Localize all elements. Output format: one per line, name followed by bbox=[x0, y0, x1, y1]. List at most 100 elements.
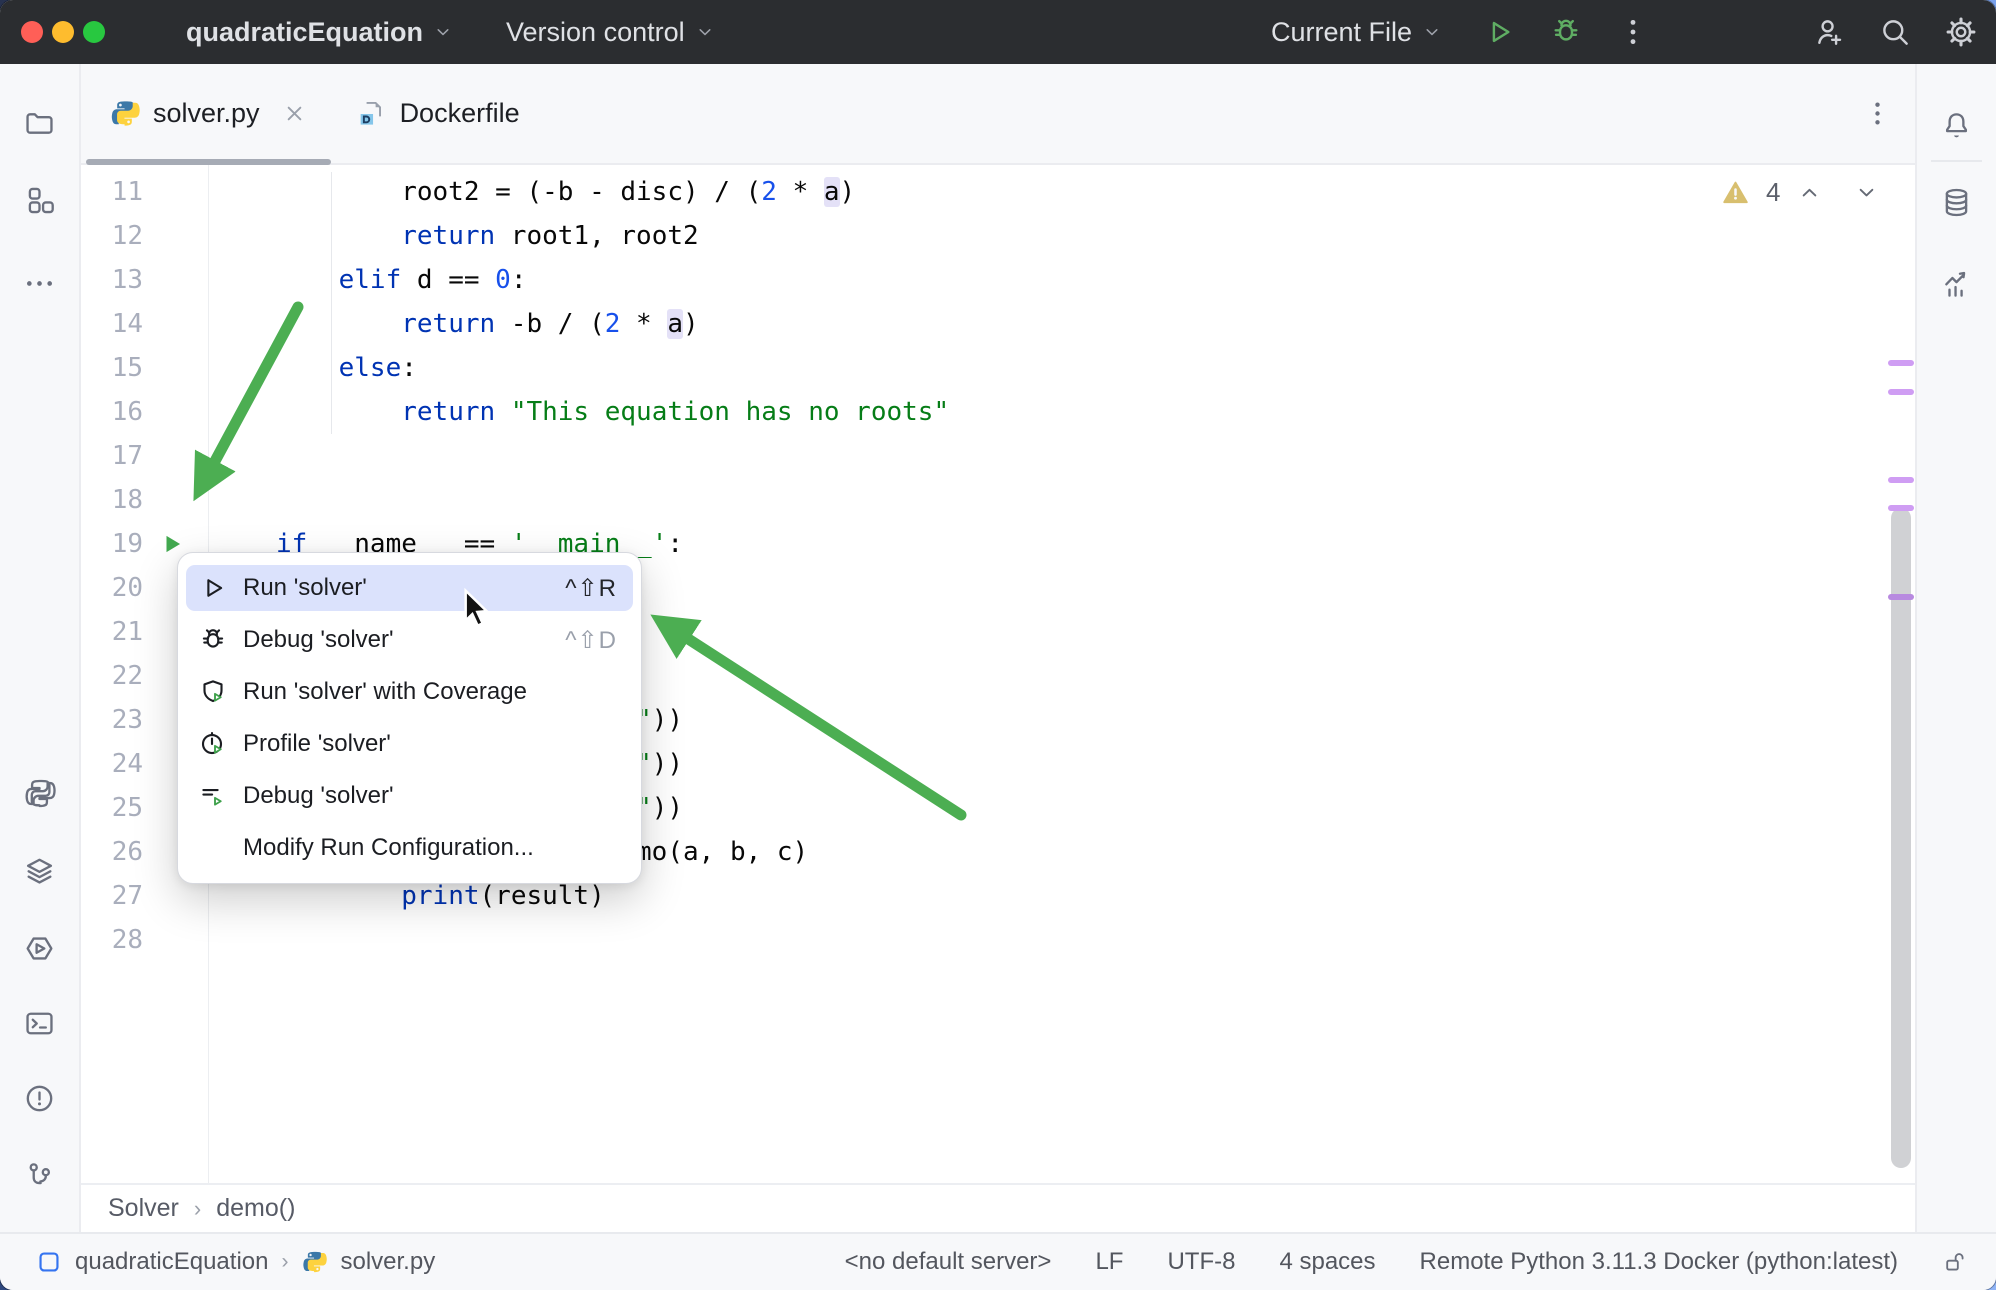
line-number[interactable]: 27 bbox=[81, 874, 143, 918]
menu-item[interactable]: Profile 'solver' bbox=[186, 721, 633, 767]
vcs-widget[interactable]: Version control bbox=[506, 17, 716, 48]
line-number[interactable]: 23 bbox=[81, 698, 143, 742]
folder-icon[interactable] bbox=[23, 107, 56, 140]
play-icon[interactable] bbox=[1482, 15, 1516, 49]
code-line: 12 return root1, root2 bbox=[81, 214, 1875, 258]
debug-menu-icon bbox=[198, 625, 228, 655]
line-number[interactable]: 12 bbox=[81, 214, 143, 258]
status-indent[interactable]: 4 spaces bbox=[1279, 1248, 1375, 1276]
line-number[interactable]: 15 bbox=[81, 346, 143, 390]
warnings-widget[interactable]: 4 bbox=[1721, 174, 1880, 210]
menu-item-label: Run 'solver' with Coverage bbox=[243, 678, 527, 705]
kebab-icon[interactable] bbox=[1616, 15, 1650, 49]
line-number[interactable]: 17 bbox=[81, 434, 143, 478]
traffic-lights bbox=[21, 21, 105, 43]
menu-item[interactable]: Run 'solver' with Coverage bbox=[186, 669, 633, 715]
vcs-label: Version control bbox=[506, 16, 685, 47]
search-icon[interactable] bbox=[1878, 15, 1912, 49]
line-number[interactable]: 24 bbox=[81, 742, 143, 786]
code-text[interactable]: return root1, root2 bbox=[276, 214, 698, 258]
code-line: 13 elif d == 0: bbox=[81, 258, 1875, 302]
tab-Dockerfile[interactable]: Dockerfile bbox=[332, 64, 544, 163]
code-line: 28 bbox=[81, 918, 1875, 962]
status-file-name[interactable]: solver.py bbox=[340, 1248, 435, 1276]
python-icon[interactable] bbox=[23, 777, 56, 810]
scrollbar-thumb[interactable] bbox=[1891, 508, 1911, 1168]
menu-item[interactable]: Debug 'solver' bbox=[186, 773, 633, 819]
problems-icon[interactable] bbox=[23, 1082, 56, 1115]
line-number[interactable]: 22 bbox=[81, 654, 143, 698]
bell-icon[interactable] bbox=[1940, 109, 1973, 142]
run-icon bbox=[198, 573, 228, 603]
vcs-change-marker bbox=[1888, 389, 1914, 395]
run-configuration-selector[interactable]: Current File bbox=[1271, 17, 1443, 48]
status-project-name[interactable]: quadraticEquation bbox=[75, 1248, 268, 1276]
breadcrumb-item-class[interactable]: Solver bbox=[108, 1194, 179, 1223]
line-number[interactable]: 13 bbox=[81, 258, 143, 302]
layers-icon[interactable] bbox=[23, 854, 56, 887]
line-number[interactable]: 21 bbox=[81, 610, 143, 654]
status-default-server[interactable]: <no default server> bbox=[845, 1248, 1052, 1276]
line-number[interactable]: 11 bbox=[81, 170, 143, 214]
code-text[interactable]: else: bbox=[276, 346, 417, 390]
code-line: 16 return "This equation has no roots" bbox=[81, 390, 1875, 434]
status-encoding[interactable]: UTF-8 bbox=[1167, 1248, 1235, 1276]
previous-problem-chevron-up-icon[interactable] bbox=[1796, 179, 1823, 206]
status-line-separator[interactable]: LF bbox=[1095, 1248, 1123, 1276]
warning-count: 4 bbox=[1766, 176, 1781, 207]
database-icon[interactable] bbox=[1940, 186, 1973, 219]
code-text[interactable]: return "This equation has no roots" bbox=[276, 390, 949, 434]
close-window-button[interactable] bbox=[21, 21, 43, 43]
minimize-window-button[interactable] bbox=[52, 21, 74, 43]
debug-icon[interactable] bbox=[1549, 15, 1583, 49]
lock-open-icon[interactable] bbox=[1942, 1249, 1968, 1275]
next-problem-chevron-down-icon[interactable] bbox=[1853, 179, 1880, 206]
run-gutter-icon[interactable] bbox=[160, 531, 186, 557]
services-icon[interactable] bbox=[23, 932, 56, 965]
terminal-icon[interactable] bbox=[23, 1007, 56, 1040]
line-number[interactable]: 25 bbox=[81, 786, 143, 830]
line-number[interactable]: 26 bbox=[81, 830, 143, 874]
menu-item[interactable]: Run 'solver' ^⇧R bbox=[186, 565, 633, 611]
line-number[interactable]: 19 bbox=[81, 522, 143, 566]
python-file-icon bbox=[301, 1249, 328, 1275]
line-number[interactable]: 16 bbox=[81, 390, 143, 434]
line-number[interactable]: 20 bbox=[81, 566, 143, 610]
more-icon[interactable] bbox=[23, 267, 56, 300]
menu-item[interactable]: Modify Run Configuration... bbox=[186, 825, 633, 871]
menu-item-shortcut: ^⇧R bbox=[565, 574, 617, 602]
breadcrumb-separator: › bbox=[193, 1195, 202, 1221]
status-interpreter[interactable]: Remote Python 3.11.3 Docker (python:late… bbox=[1420, 1248, 1898, 1276]
tab-solver.py[interactable]: solver.py bbox=[85, 64, 332, 165]
project-name: quadraticEquation bbox=[186, 16, 424, 47]
breadcrumb: Solver › demo() bbox=[81, 1183, 1915, 1232]
code-line: 15 else: bbox=[81, 346, 1875, 390]
zoom-window-button[interactable] bbox=[83, 21, 105, 43]
line-number[interactable]: 18 bbox=[81, 478, 143, 522]
ide-window: quadraticEquation Version control Curren… bbox=[0, 0, 1996, 1290]
project-widget[interactable]: quadraticEquation bbox=[186, 17, 454, 48]
code-text[interactable]: root2 = (-b - disc) / (2 * a) bbox=[276, 170, 855, 214]
menu-item-label: Run 'solver' bbox=[243, 574, 367, 601]
vcs-change-marker bbox=[1888, 594, 1914, 600]
code-text[interactable]: return -b / (2 * a) bbox=[276, 302, 699, 346]
left-tool-bar bbox=[0, 64, 81, 1232]
code-line: 18 bbox=[81, 478, 1875, 522]
add-user-icon[interactable] bbox=[1812, 15, 1846, 49]
tab-options-kebab-icon[interactable] bbox=[1862, 98, 1893, 129]
menu-item-label: Debug 'solver' bbox=[243, 626, 394, 653]
dockerfile-icon bbox=[356, 98, 387, 129]
line-number[interactable]: 28 bbox=[81, 918, 143, 962]
structure-icon[interactable] bbox=[23, 184, 56, 217]
project-icon bbox=[36, 1249, 62, 1275]
chart-icon[interactable] bbox=[1940, 267, 1973, 300]
settings-icon[interactable] bbox=[1944, 15, 1978, 49]
menu-item-shortcut: ^⇧D bbox=[565, 626, 617, 654]
menu-item[interactable]: Debug 'solver' ^⇧D bbox=[186, 617, 633, 663]
code-text[interactable]: elif d == 0: bbox=[276, 258, 527, 302]
line-number[interactable]: 14 bbox=[81, 302, 143, 346]
code-editor[interactable]: 11 root2 = (-b - disc) / (2 * a) 12 retur… bbox=[81, 165, 1915, 1183]
close-icon[interactable] bbox=[281, 100, 308, 127]
breadcrumb-item-function[interactable]: demo() bbox=[216, 1194, 295, 1223]
branch-icon[interactable] bbox=[23, 1159, 56, 1192]
